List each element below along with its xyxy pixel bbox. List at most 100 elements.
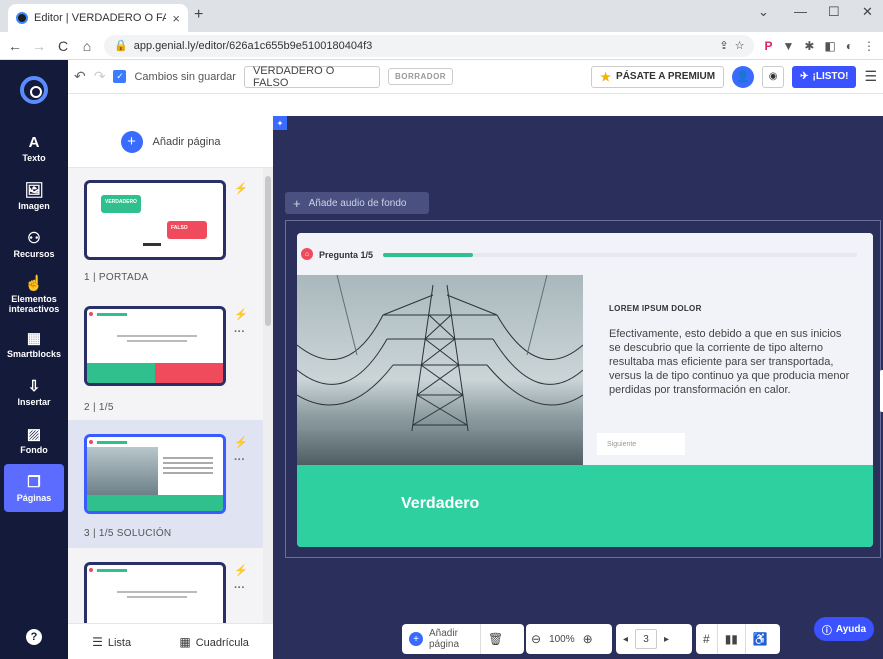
help-icon[interactable]: ?	[26, 629, 42, 645]
next-button[interactable]: Siguiente	[597, 433, 685, 455]
reload-icon[interactable]: C	[56, 38, 70, 54]
undo-icon[interactable]: ↶	[74, 68, 86, 85]
page-number-input[interactable]: 3	[635, 629, 658, 649]
ready-button[interactable]: ✈ ¡LISTO!	[792, 65, 857, 88]
grid-view-button[interactable]: ▦ Cuadrícula	[179, 635, 249, 649]
slide-canvas[interactable]: ⌂ Pregunta 1/5 LOREM IPSUM DOLOR Efectiv…	[297, 233, 873, 547]
pin-icon[interactable]: ✦	[273, 116, 287, 130]
help-button[interactable]: ⓘ Ayuda	[814, 617, 874, 641]
rail-item-elementos-interactivos[interactable]: ☝ Elementos interactivos	[0, 268, 68, 320]
accessibility-icon[interactable]: ♿	[746, 624, 775, 654]
question-label: Pregunta 1/5	[319, 250, 374, 260]
zoom-out-icon[interactable]: ⊖	[526, 624, 546, 654]
add-page-bottom-button[interactable]: + Añadir página	[402, 624, 480, 654]
browser-tabstrip: Editor | VERDADERO O FALSO × + ⌄ — ☐ ✕	[0, 0, 883, 32]
unsaved-status: Cambios sin guardar	[134, 70, 236, 83]
help-label: Ayuda	[835, 623, 867, 635]
pages-scrollbar[interactable]	[263, 168, 273, 623]
thumb-text-line	[127, 596, 187, 598]
home-icon[interactable]: ⌂	[80, 38, 94, 54]
layout-icon[interactable]: ▮▮	[718, 624, 745, 654]
genially-logo[interactable]	[20, 76, 48, 104]
page-thumbnail[interactable]: VERDADERO FALSO	[84, 180, 226, 260]
page-thumbnail[interactable]	[84, 434, 226, 514]
browser-tab[interactable]: Editor | VERDADERO O FALSO ×	[8, 4, 188, 32]
rail-item-label: Fondo	[20, 445, 48, 455]
page-item-2[interactable]: ⚡ ··· 2 | 1/5	[68, 292, 263, 420]
page-thumbnail[interactable]	[84, 562, 226, 623]
profile-icon[interactable]: ◐	[846, 39, 853, 53]
thumb-progress	[97, 441, 127, 444]
zoom-in-icon[interactable]: ⊕	[578, 624, 598, 654]
forward-arrow-icon[interactable]: →	[32, 38, 46, 54]
rail-item-label: Texto	[22, 152, 46, 163]
thumb-photo	[87, 447, 158, 495]
add-page-button[interactable]: + Añadir página	[68, 116, 273, 168]
page-item-4[interactable]: ⚡ ···	[68, 548, 263, 623]
background-icon: ▨	[26, 426, 42, 443]
share-icon[interactable]: ⇪	[719, 39, 728, 52]
transmission-tower-photo[interactable]	[297, 275, 583, 465]
page-nav-group: ◂ 3 ▸	[616, 624, 692, 654]
prev-page-icon[interactable]: ◂	[616, 624, 635, 654]
tab-search-chevron-icon[interactable]: ⌄	[758, 4, 769, 20]
grid-icon: ▦	[179, 634, 191, 649]
premium-button[interactable]: ★ PÁSATE A PREMIUM	[591, 65, 725, 88]
home-icon[interactable]: ⌂	[301, 248, 313, 260]
list-icon: ☰	[92, 634, 103, 649]
vpn-extension-icon[interactable]: ▼	[782, 39, 794, 53]
scrollbar-thumb[interactable]	[265, 176, 271, 326]
browser-menu-icon[interactable]: ⋮	[863, 39, 875, 53]
magic-wand-icon[interactable]: ⚡	[234, 564, 248, 577]
plus-icon: +	[120, 130, 143, 153]
tab-close-icon[interactable]: ×	[172, 11, 180, 26]
preview-eye-icon[interactable]: ◉	[762, 65, 785, 88]
page-item-3[interactable]: ⚡ ··· 3 | 1/5 SOLUCIÓN	[68, 420, 263, 548]
magic-wand-icon[interactable]: ⚡	[234, 182, 248, 195]
thumb-progress	[97, 569, 127, 572]
redo-icon[interactable]: ↷	[94, 68, 106, 85]
document-title-input[interactable]: VERDADERO O FALSO	[243, 65, 380, 89]
back-arrow-icon[interactable]: ←	[8, 38, 22, 54]
sidepanel-icon[interactable]: ◧	[824, 39, 835, 53]
more-options-icon[interactable]: ···	[234, 582, 245, 594]
close-window-button[interactable]: ✕	[862, 4, 873, 20]
rail-item-insertar[interactable]: ⇩ Insertar	[0, 368, 68, 416]
hamburger-menu-icon[interactable]: ☰	[864, 68, 877, 85]
rail-item-recursos[interactable]: ⚇ Recursos	[0, 220, 68, 268]
more-options-icon[interactable]: ···	[234, 454, 245, 466]
rail-item-imagen[interactable]: 🖼 Imagen	[0, 172, 68, 220]
magic-wand-icon[interactable]: ⚡	[234, 308, 248, 321]
rail-item-fondo[interactable]: ▨ Fondo	[0, 416, 68, 464]
magic-wand-icon[interactable]: ⚡	[234, 436, 248, 449]
thumb-question-dot	[89, 568, 93, 572]
maximize-button[interactable]: ☐	[828, 4, 840, 20]
rail-item-texto[interactable]: A Texto	[0, 124, 68, 172]
plus-icon: +	[409, 632, 423, 646]
answer-banner[interactable]: Verdadero	[297, 465, 873, 547]
rail-item-paginas[interactable]: ❐ Páginas	[4, 464, 64, 512]
address-bar[interactable]: 🔒 app.genial.ly/editor/626a1c655b9e51001…	[104, 34, 755, 57]
grid-guides-icon[interactable]: #	[696, 624, 717, 654]
list-view-button[interactable]: ☰ Lista	[92, 635, 131, 649]
bookmark-star-icon[interactable]: ☆	[735, 39, 745, 52]
page-item-1[interactable]: VERDADERO FALSO ⚡ 1 | PORTADA	[68, 168, 263, 292]
crown-icon: ★	[600, 69, 612, 84]
add-page-bottom-label: Añadir página	[429, 628, 460, 650]
tab-title: Editor | VERDADERO O FALSO	[34, 12, 167, 24]
add-audio-button[interactable]: + Añade audio de fondo	[285, 192, 429, 214]
minimize-button[interactable]: —	[794, 4, 807, 19]
delete-page-icon[interactable]: 🗑	[481, 624, 510, 654]
explanation-text: Efectivamente, esto debido a que en sus …	[609, 328, 850, 396]
rail-item-smartblocks[interactable]: ▦ Smartblocks	[0, 320, 68, 368]
plus-icon: +	[293, 195, 301, 211]
more-options-icon[interactable]: ···	[234, 326, 245, 338]
new-tab-button[interactable]: +	[194, 6, 203, 24]
next-page-icon[interactable]: ▸	[657, 624, 676, 654]
thumb-text-line	[117, 591, 197, 593]
page-thumbnail[interactable]	[84, 306, 226, 386]
collaborators-icon[interactable]: 👤	[732, 65, 755, 88]
thumb-true-option	[87, 363, 155, 383]
pinterest-extension-icon[interactable]: P	[764, 39, 772, 53]
extensions-puzzle-icon[interactable]: ✱	[804, 39, 814, 53]
